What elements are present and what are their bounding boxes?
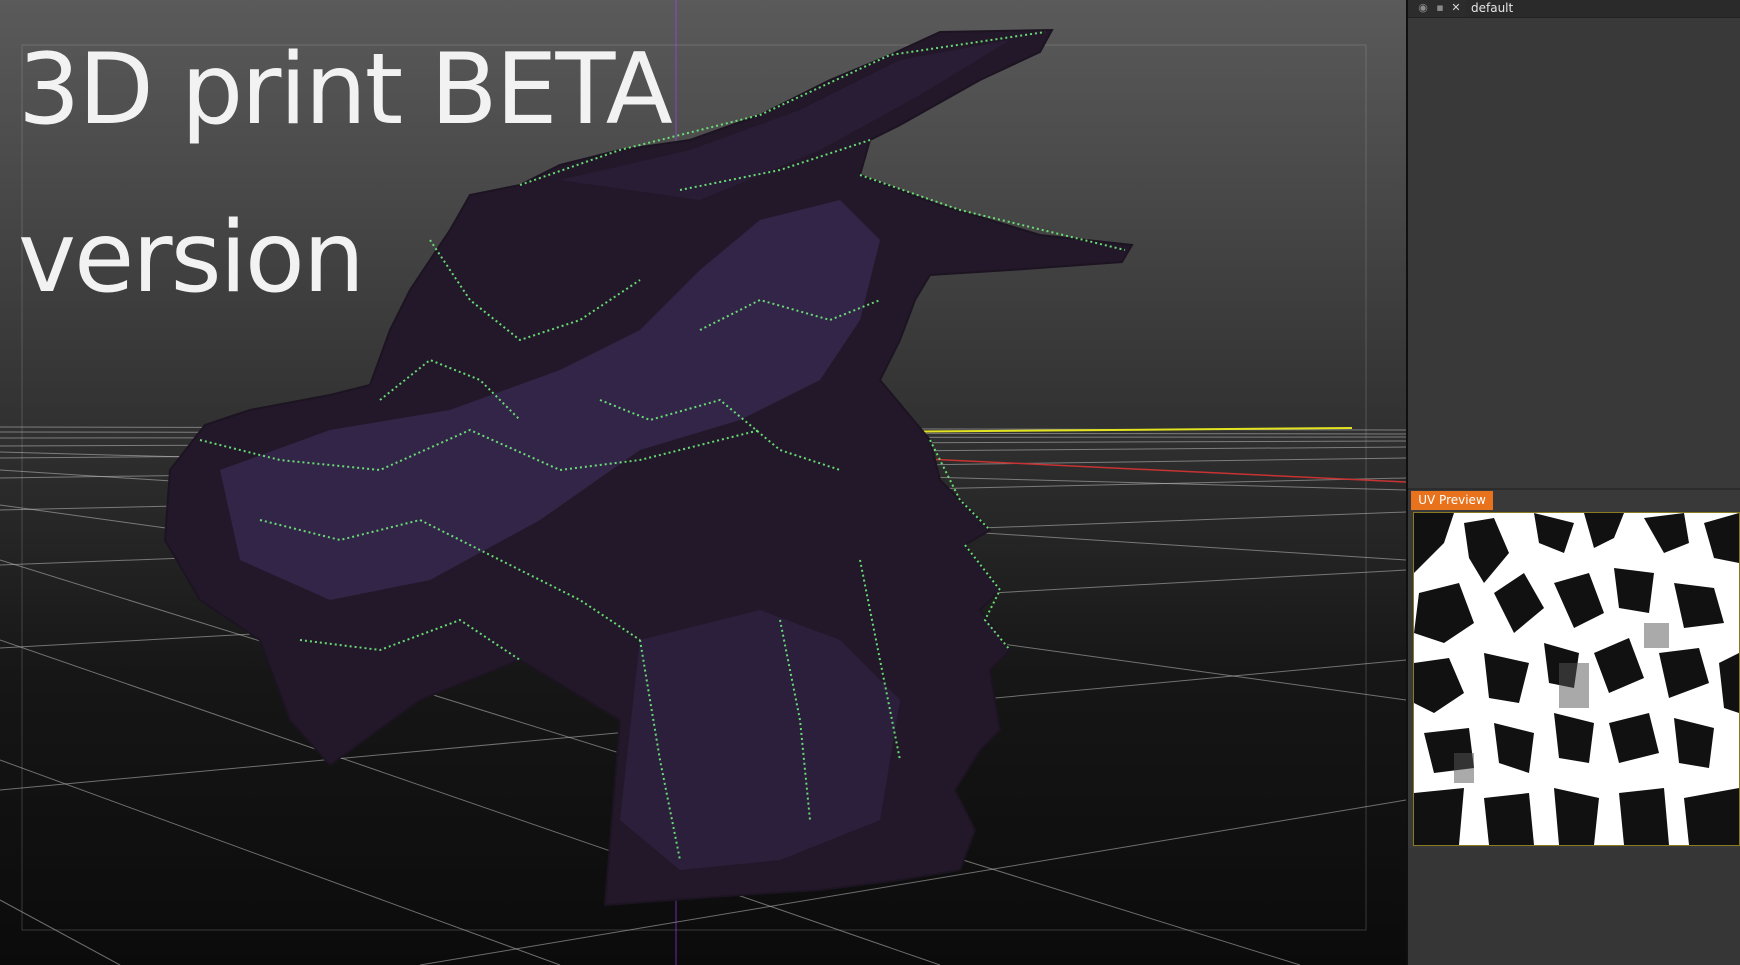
- 3d-viewport[interactable]: 3D print BETA version: [0, 0, 1406, 965]
- right-panel: ◉ ▪ ✕ default UV Preview: [1408, 0, 1740, 965]
- grid-line: [0, 759, 561, 965]
- layer-row[interactable]: ◉ ▪ ✕ default: [1408, 0, 1740, 18]
- grid-line: [0, 899, 121, 965]
- panel-separator: [1408, 488, 1740, 490]
- eye-icon[interactable]: ◉: [1416, 1, 1430, 15]
- layer-name[interactable]: default: [1466, 0, 1740, 17]
- uv-panel-lower: [1408, 848, 1740, 965]
- close-icon[interactable]: ✕: [1449, 1, 1463, 15]
- overlay-title: 3D print BETA version: [18, 33, 673, 315]
- uv-preview-tab[interactable]: UV Preview: [1411, 491, 1493, 510]
- lock-icon[interactable]: ▪: [1433, 1, 1447, 15]
- uv-preview-image: [1413, 512, 1740, 846]
- uv-map-graphic: [1414, 513, 1739, 845]
